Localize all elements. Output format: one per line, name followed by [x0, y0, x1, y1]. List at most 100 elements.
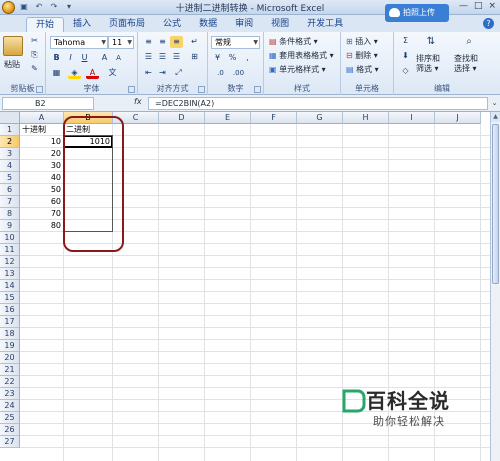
- row-header-12[interactable]: 12: [0, 256, 20, 268]
- cell-a1[interactable]: 十进制: [20, 124, 64, 136]
- delete-cells-button[interactable]: ⊟ 删除 ▾: [346, 50, 378, 61]
- font-launcher-icon[interactable]: [128, 86, 135, 93]
- row-header-10[interactable]: 10: [0, 232, 20, 244]
- tab-developer[interactable]: 开发工具: [298, 17, 352, 32]
- tab-insert[interactable]: 插入: [64, 17, 100, 32]
- insert-cells-button[interactable]: ⊞ 插入 ▾: [346, 36, 378, 47]
- format-as-table-button[interactable]: ▦ 套用表格格式 ▾: [269, 50, 334, 61]
- row-header-11[interactable]: 11: [0, 244, 20, 256]
- row-header-8[interactable]: 8: [0, 208, 20, 220]
- row-header-4[interactable]: 4: [0, 160, 20, 172]
- sort-filter-icon[interactable]: ⇅: [422, 36, 440, 52]
- percent-icon[interactable]: %: [226, 52, 239, 64]
- row-header-2[interactable]: 2: [0, 136, 20, 148]
- currency-icon[interactable]: ¥: [211, 52, 224, 64]
- row-header-7[interactable]: 7: [0, 196, 20, 208]
- cut-icon[interactable]: ✂: [28, 35, 41, 47]
- clipboard-launcher-icon[interactable]: [36, 86, 43, 93]
- row-header-6[interactable]: 6: [0, 184, 20, 196]
- expand-formula-bar-icon[interactable]: ⌄: [490, 98, 499, 108]
- tab-formulas[interactable]: 公式: [154, 17, 190, 32]
- row-header-13[interactable]: 13: [0, 268, 20, 280]
- column-header-d[interactable]: D: [159, 112, 205, 124]
- cell-styles-button[interactable]: ▣ 单元格样式 ▾: [269, 64, 326, 75]
- grow-font-icon[interactable]: A: [98, 52, 111, 64]
- row-header-16[interactable]: 16: [0, 304, 20, 316]
- row-header-27[interactable]: 27: [0, 436, 20, 448]
- formula-input[interactable]: =DEC2BIN(A2): [148, 97, 488, 110]
- column-header-a[interactable]: A: [20, 112, 64, 124]
- tab-data[interactable]: 数据: [190, 17, 226, 32]
- number-launcher-icon[interactable]: [254, 86, 261, 93]
- column-header-f[interactable]: F: [251, 112, 297, 124]
- fill-icon[interactable]: ⬇: [399, 50, 412, 62]
- row-header-5[interactable]: 5: [0, 172, 20, 184]
- cell-a8[interactable]: 70: [20, 208, 64, 220]
- merge-center-icon[interactable]: ⊞: [188, 51, 201, 63]
- close-button[interactable]: ×: [488, 1, 496, 11]
- italic-icon[interactable]: I: [64, 52, 77, 64]
- cell-a2[interactable]: 10: [20, 136, 64, 148]
- column-header-g[interactable]: G: [297, 112, 343, 124]
- row-header-20[interactable]: 20: [0, 352, 20, 364]
- tab-view[interactable]: 视图: [262, 17, 298, 32]
- orientation-icon[interactable]: ⤢: [172, 67, 185, 79]
- select-all-corner[interactable]: [0, 112, 20, 124]
- alignment-launcher-icon[interactable]: [198, 86, 205, 93]
- column-header-e[interactable]: E: [205, 112, 251, 124]
- align-left-icon[interactable]: ☰: [142, 51, 155, 63]
- column-header-j[interactable]: J: [435, 112, 481, 124]
- paste-icon[interactable]: [3, 36, 23, 56]
- borders-icon[interactable]: ▦: [50, 67, 63, 79]
- cell-a3[interactable]: 20: [20, 148, 64, 160]
- autosum-icon[interactable]: Σ: [399, 35, 412, 47]
- cell-a5[interactable]: 40: [20, 172, 64, 184]
- comma-style-icon[interactable]: ,: [241, 52, 254, 64]
- paste-button[interactable]: 粘贴: [4, 59, 20, 70]
- fill-color-icon[interactable]: ◈: [68, 67, 81, 79]
- font-name-select[interactable]: Tahoma ▼: [50, 36, 108, 49]
- scroll-thumb[interactable]: [492, 124, 499, 284]
- column-header-i[interactable]: I: [389, 112, 435, 124]
- row-header-3[interactable]: 3: [0, 148, 20, 160]
- row-header-14[interactable]: 14: [0, 280, 20, 292]
- name-box[interactable]: B2: [2, 97, 94, 110]
- cell-a7[interactable]: 60: [20, 196, 64, 208]
- underline-icon[interactable]: U: [78, 52, 91, 64]
- increase-decimal-icon[interactable]: .0: [214, 67, 227, 79]
- row-header-24[interactable]: 24: [0, 400, 20, 412]
- number-format-select[interactable]: 常规 ▼: [211, 36, 260, 49]
- insert-function-icon[interactable]: fx: [134, 97, 142, 106]
- vertical-scrollbar[interactable]: ▲: [490, 112, 500, 461]
- find-select-icon[interactable]: ⌕: [460, 36, 478, 52]
- row-header-21[interactable]: 21: [0, 364, 20, 376]
- row-header-22[interactable]: 22: [0, 376, 20, 388]
- align-top-icon[interactable]: ≡: [142, 36, 155, 48]
- row-header-19[interactable]: 19: [0, 340, 20, 352]
- row-header-25[interactable]: 25: [0, 412, 20, 424]
- tab-page-layout[interactable]: 页面布局: [100, 17, 154, 32]
- row-header-18[interactable]: 18: [0, 328, 20, 340]
- row-header-26[interactable]: 26: [0, 424, 20, 436]
- cell-a4[interactable]: 30: [20, 160, 64, 172]
- align-right-icon[interactable]: ☰: [170, 51, 183, 63]
- bold-icon[interactable]: B: [50, 52, 63, 64]
- scroll-up-icon[interactable]: ▲: [491, 112, 500, 122]
- tab-home[interactable]: 开始: [26, 17, 65, 32]
- photo-upload-button[interactable]: 拍照上传: [385, 4, 449, 22]
- align-middle-icon[interactable]: ≡: [156, 36, 169, 48]
- phonetic-icon[interactable]: 文: [106, 67, 119, 79]
- shrink-font-icon[interactable]: A: [112, 52, 125, 64]
- maximize-button[interactable]: □: [474, 1, 483, 11]
- row-header-15[interactable]: 15: [0, 292, 20, 304]
- minimize-button[interactable]: —: [459, 1, 468, 11]
- font-color-icon[interactable]: A: [86, 67, 99, 79]
- clear-icon[interactable]: ◇: [399, 65, 412, 77]
- font-size-select[interactable]: 11 ▼: [108, 36, 134, 49]
- decrease-indent-icon[interactable]: ⇤: [142, 67, 155, 79]
- wrap-text-icon[interactable]: ↵: [188, 36, 201, 48]
- cell-a6[interactable]: 50: [20, 184, 64, 196]
- align-bottom-icon[interactable]: ≡: [170, 36, 183, 48]
- tab-review[interactable]: 审阅: [226, 17, 262, 32]
- format-cells-button[interactable]: ▤ 格式 ▾: [346, 64, 379, 75]
